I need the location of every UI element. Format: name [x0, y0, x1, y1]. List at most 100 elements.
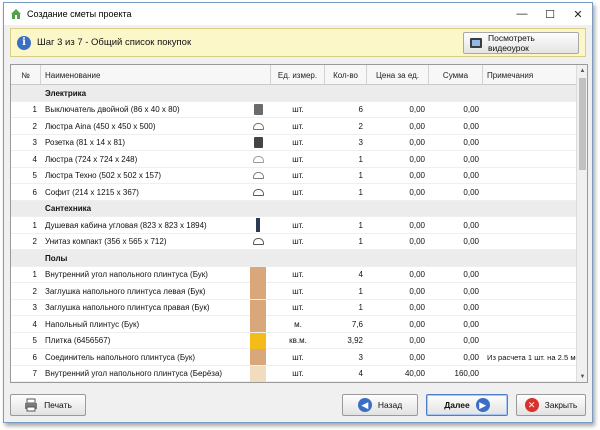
row-num: 5 [32, 171, 37, 181]
row-num: 1 [32, 270, 37, 280]
table-row[interactable]: 1 Душевая кабина угловая (823 x 823 x 189… [11, 217, 577, 234]
item-qty[interactable]: 1 [325, 217, 367, 234]
header-sum[interactable]: Сумма [429, 65, 483, 85]
item-note[interactable] [483, 118, 577, 135]
back-label: Назад [377, 400, 403, 410]
item-qty[interactable]: 3 [325, 135, 367, 152]
vertical-scrollbar[interactable]: ▲ ▼ [576, 65, 587, 382]
watch-video-button[interactable]: Посмотреть видеоурок [463, 32, 579, 54]
item-qty[interactable]: 1 [325, 283, 367, 300]
item-thumbnail [245, 316, 271, 333]
item-price[interactable]: 0,00 [367, 118, 429, 135]
close-label: Закрыть [544, 400, 578, 410]
item-name: Софит (214 x 1215 x 367) [45, 187, 139, 197]
header-note[interactable]: Примечания [483, 65, 577, 85]
item-note[interactable] [483, 234, 577, 251]
item-sum: 0,00 [463, 105, 479, 115]
item-price[interactable]: 0,00 [367, 217, 429, 234]
table-row[interactable]: 2 Заглушка напольного плинтуса левая (Бук… [11, 283, 577, 300]
table-row[interactable]: 3 Розетка (81 x 14 x 81) шт. 3 0,00 0,00 [11, 135, 577, 152]
item-qty[interactable]: 1 [325, 234, 367, 251]
header-price[interactable]: Цена за ед. [367, 65, 429, 85]
item-note[interactable] [483, 168, 577, 185]
item-price[interactable]: 0,00 [367, 333, 429, 350]
table-row[interactable]: 3 Заглушка напольного плинтуса правая (Бу… [11, 299, 577, 317]
print-button[interactable]: Печать [10, 394, 86, 416]
item-thumbnail [245, 365, 271, 383]
item-name: Плитка (6456567) [45, 336, 111, 346]
item-qty[interactable]: 4 [325, 366, 367, 383]
item-note[interactable] [483, 217, 577, 234]
back-button[interactable]: ◀ Назад [342, 394, 418, 416]
item-price[interactable]: 0,00 [367, 168, 429, 185]
header-name[interactable]: Наименование [41, 65, 271, 85]
item-note[interactable] [483, 267, 577, 284]
item-qty[interactable]: 1 [325, 184, 367, 201]
item-note[interactable] [483, 382, 577, 383]
item-qty[interactable]: 6 [325, 102, 367, 119]
item-note[interactable] [483, 283, 577, 300]
item-qty[interactable]: 2 [325, 118, 367, 135]
item-qty[interactable]: 4 [325, 267, 367, 284]
table-row[interactable]: 1 Выключатель двойной (86 x 40 x 80) шт. 6 0… [11, 102, 577, 119]
item-note[interactable] [483, 184, 577, 201]
item-price[interactable]: 0,00 [367, 267, 429, 284]
item-note[interactable] [483, 316, 577, 333]
item-thumbnail [245, 382, 271, 383]
item-price[interactable]: 0,00 [367, 283, 429, 300]
table-row[interactable]: 2 Люстра Aina (450 x 450 x 500) шт. 2 0,00 0,… [11, 118, 577, 135]
item-qty[interactable]: 1 [325, 151, 367, 168]
item-price[interactable]: 0,00 [367, 184, 429, 201]
group-row[interactable]: Сантехника [11, 200, 577, 217]
item-price[interactable]: 0,00 [367, 102, 429, 119]
group-row[interactable]: Полы [11, 250, 577, 267]
item-price[interactable]: 0,00 [367, 151, 429, 168]
scrollbar-thumb[interactable] [579, 78, 586, 170]
item-note[interactable]: Из расчета 1 шт. на 2.5 метра [483, 349, 577, 366]
item-qty[interactable]: 7,6 [325, 316, 367, 333]
item-qty[interactable]: 4 [325, 382, 367, 383]
item-price[interactable]: 0,00 [367, 135, 429, 152]
item-note[interactable] [483, 300, 577, 317]
table-row[interactable]: 1 Внутренний угол напольного плинтуса (Бу… [11, 266, 577, 284]
header-qty[interactable]: Кол-во [325, 65, 367, 85]
table-row[interactable]: 2 Унитаз компакт (356 x 565 x 712) шт. 1 0,0… [11, 234, 577, 251]
item-note[interactable] [483, 135, 577, 152]
maximize-button[interactable]: ☐ [536, 3, 564, 25]
item-note[interactable] [483, 366, 577, 383]
shower-icon [256, 218, 260, 233]
item-qty[interactable]: 3 [325, 349, 367, 366]
scroll-up-icon[interactable]: ▲ [577, 65, 587, 76]
header-num[interactable]: № [11, 65, 41, 85]
item-qty[interactable]: 1 [325, 168, 367, 185]
minimize-button[interactable]: — [508, 3, 536, 25]
item-price[interactable]: 0,00 [367, 234, 429, 251]
header-unit[interactable]: Ед. измер. [271, 65, 325, 85]
group-row[interactable]: Электрика [11, 85, 577, 102]
item-note[interactable] [483, 102, 577, 119]
row-num: 1 [32, 105, 37, 115]
item-note[interactable] [483, 151, 577, 168]
item-price[interactable]: 50,00 [367, 382, 429, 383]
item-price[interactable]: 0,00 [367, 316, 429, 333]
table-row[interactable]: 6 Софит (214 x 1215 x 367) шт. 1 0,00 0,00 [11, 184, 577, 201]
close-button[interactable]: ✕ Закрыть [516, 394, 586, 416]
table-row[interactable]: 4 Напольный плинтус (Бук) м. 7,6 0,00 0,00 [11, 316, 577, 333]
table-row[interactable]: 6 Соединитель напольного плинтуса (Бук) шт… [11, 349, 577, 366]
item-sum: 0,00 [463, 187, 479, 197]
table-row[interactable]: 8Заглушка напольного плинтуса левая (Бер… [11, 382, 577, 383]
item-price[interactable]: 0,00 [367, 349, 429, 366]
table-row[interactable]: 5 Люстра Техно (502 x 502 x 157) шт. 1 0,00 0… [11, 168, 577, 185]
next-button[interactable]: Далее ▶ [426, 394, 508, 416]
item-qty[interactable]: 3,92 [325, 333, 367, 350]
table-row[interactable]: 4 Люстра (724 x 724 x 248) шт. 1 0,00 0,00 [11, 151, 577, 168]
item-price[interactable]: 40,00 [367, 366, 429, 383]
item-qty[interactable]: 1 [325, 300, 367, 317]
item-price[interactable]: 0,00 [367, 300, 429, 317]
item-note[interactable] [483, 333, 577, 350]
watch-video-label: Посмотреть видеоурок [487, 33, 535, 53]
scroll-down-icon[interactable]: ▼ [577, 371, 587, 382]
table-row[interactable]: 7 Внутренний угол напольного плинтуса (Бе… [11, 365, 577, 383]
close-window-button[interactable]: ✕ [564, 3, 592, 25]
table-row[interactable]: 5 Плитка (6456567) кв.м. 3,92 0,00 0,00 [11, 332, 577, 350]
